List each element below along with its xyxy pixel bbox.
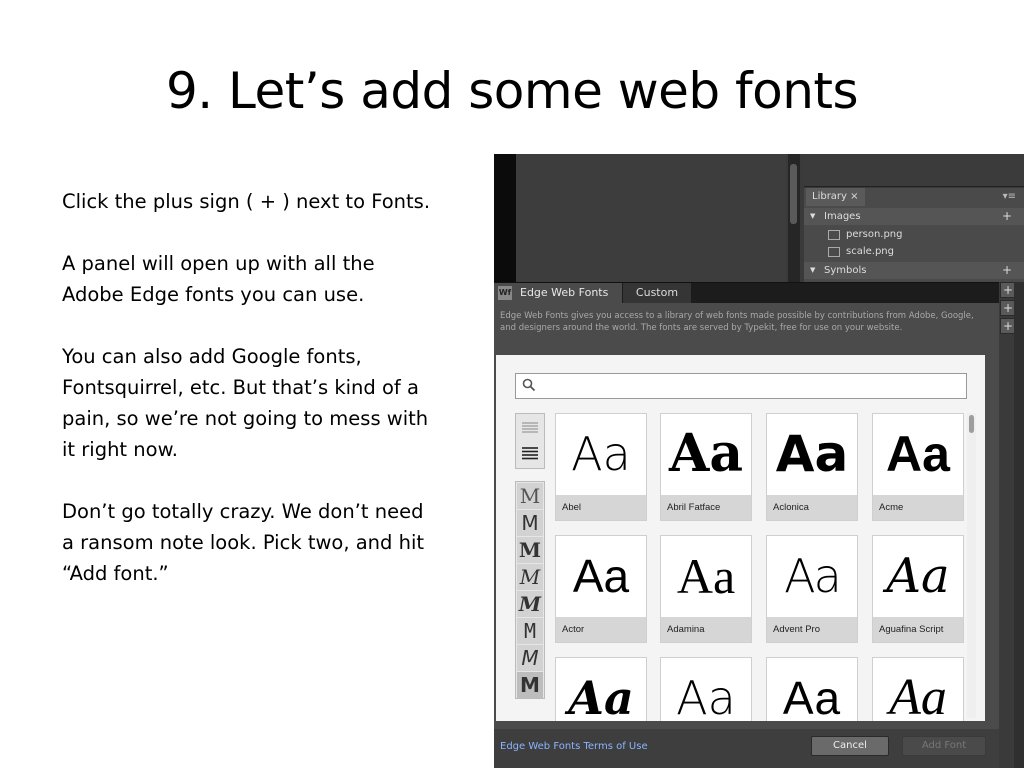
font-sample: Aa [572, 550, 630, 602]
font-card[interactable]: Aa Adamina [660, 535, 752, 643]
font-sample: Aa [676, 671, 736, 721]
dialog-tabbar: Wf Edge Web Fonts Custom [494, 283, 999, 303]
library-symbols-label: Symbols [824, 265, 867, 276]
view-toggle-group [515, 413, 545, 469]
dialog-footer: Edge Web Fonts Terms of Use Cancel Add F… [494, 729, 999, 768]
instruction-paragraph: Click the plus sign ( + ) next to Fonts. [62, 190, 431, 213]
font-name: Aclonica [767, 495, 857, 520]
font-card[interactable]: Aa Acme [872, 413, 964, 521]
font-sample: Aa [668, 423, 744, 484]
disclosure-triangle-icon[interactable]: ▼ [810, 262, 815, 279]
library-symbols-row[interactable]: ▼ Symbols + [804, 262, 1024, 279]
library-file-name: scale.png [846, 246, 894, 257]
stage-area [516, 154, 786, 282]
font-card[interactable]: Aa Aguafina Script [872, 535, 964, 643]
font-sample: Aa [886, 426, 950, 482]
font-list-scrollbar[interactable] [967, 413, 976, 718]
font-sample: Aa [775, 425, 849, 483]
script-filter-button[interactable]: M [517, 564, 543, 590]
font-search-input[interactable] [515, 373, 967, 399]
instruction-paragraph: A panel will open up with all the Adobe … [62, 252, 375, 306]
add-image-button[interactable]: + [1002, 208, 1012, 225]
font-browser: M M M M M M M M Aa Abel Aa Abril Fatface… [496, 355, 985, 721]
edge-web-fonts-dialog: Wf Edge Web Fonts Custom Edge Web Fonts … [494, 282, 999, 768]
list-view-dark-icon[interactable] [519, 442, 541, 464]
font-card[interactable]: Aa Aclonica [766, 413, 858, 521]
blackletter-filter-button[interactable]: M [517, 591, 543, 617]
tab-edge-web-fonts[interactable]: Wf Edge Web Fonts [494, 283, 622, 303]
font-card[interactable]: Aa Actor [555, 535, 647, 643]
font-card[interactable]: Aa [872, 657, 964, 721]
font-card[interactable]: Aa [555, 657, 647, 721]
slide-title: 9. Let’s add some web fonts [165, 62, 859, 120]
library-file-row[interactable]: person.png [804, 226, 1024, 243]
disclosure-triangle-icon[interactable]: ▼ [810, 208, 815, 225]
slide-body: Click the plus sign ( + ) next to Fonts.… [62, 186, 432, 620]
font-card[interactable]: Aa Abel [555, 413, 647, 521]
cancel-button[interactable]: Cancel [811, 736, 889, 756]
serif-filter-button[interactable]: M [517, 483, 543, 509]
edge-animate-screenshot: Library × ▾≡ ▼ Images + person.png scale… [494, 154, 1024, 768]
font-sample: Aa [568, 671, 634, 721]
library-images-row[interactable]: ▼ Images + [804, 208, 1024, 225]
tab-custom[interactable]: Custom [623, 283, 691, 303]
font-name: Advent Pro [767, 617, 857, 642]
timeline-area [494, 154, 516, 282]
handmade-filter-button[interactable]: M [517, 645, 543, 671]
font-sample: Aa [571, 427, 631, 481]
font-name: Aguafina Script [873, 617, 963, 642]
add-font-button[interactable]: Add Font [902, 736, 986, 756]
terms-of-use-link[interactable]: Edge Web Fonts Terms of Use [500, 741, 648, 752]
tab-label: Edge Web Fonts [520, 286, 609, 299]
font-card[interactable]: Aa Abril Fatface [660, 413, 752, 521]
add-symbol-button[interactable]: + [1002, 262, 1012, 279]
font-name: Abril Fatface [661, 495, 751, 520]
font-list-scrollbar-thumb[interactable] [969, 415, 974, 433]
sans-serif-filter-button[interactable]: M [517, 510, 543, 536]
font-card[interactable]: Aa [766, 657, 858, 721]
font-card[interactable]: Aa [660, 657, 752, 721]
font-card[interactable]: Aa Advent Pro [766, 535, 858, 643]
instruction-paragraph: Don’t go totally crazy. We don’t need a … [62, 500, 425, 585]
library-images-label: Images [824, 211, 861, 222]
library-panel: Library × ▾≡ ▼ Images + person.png scale… [804, 188, 1024, 282]
font-sample: Aa [889, 669, 947, 721]
image-file-icon [828, 247, 840, 257]
font-name: Acme [873, 495, 963, 520]
slab-serif-filter-button[interactable]: M [517, 537, 543, 563]
font-name: Abel [556, 495, 646, 520]
font-sample: Aa [676, 548, 736, 604]
decorative-filter-button[interactable]: M [517, 672, 543, 698]
web-fonts-icon: Wf [498, 286, 512, 300]
font-name: Actor [556, 617, 646, 642]
instruction-paragraph: You can also add Google fonts, Fontsquir… [62, 345, 429, 461]
font-sample: Aa [784, 549, 842, 603]
font-sample: Aa [886, 548, 950, 604]
font-name: Adamina [661, 617, 751, 642]
panel-menu-icon[interactable]: ▾≡ [1003, 188, 1016, 206]
stage-scrollbar-thumb[interactable] [790, 164, 797, 224]
properties-area [804, 154, 1024, 187]
search-icon [522, 378, 536, 392]
right-panel-edge [1014, 282, 1024, 768]
font-sample: Aa [782, 672, 842, 721]
list-view-light-icon[interactable] [519, 417, 541, 439]
library-file-name: person.png [846, 229, 903, 240]
image-file-icon [828, 230, 840, 240]
monospaced-filter-button[interactable]: M [517, 618, 543, 644]
library-tab[interactable]: Library × [806, 188, 865, 206]
library-file-row[interactable]: scale.png [804, 243, 1024, 260]
dialog-description: Edge Web Fonts gives you access to a lib… [500, 311, 974, 333]
font-style-filters: M M M M M M M M [515, 481, 545, 699]
